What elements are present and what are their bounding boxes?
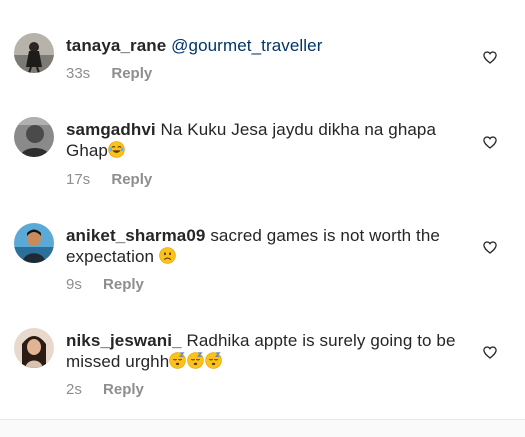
face-with-tears-of-joy-icon <box>108 141 125 158</box>
comment-text: aniket_sharma09 sacred games is not wort… <box>66 225 466 267</box>
comment-timestamp: 33s <box>66 65 91 82</box>
heart-outline-icon[interactable] <box>483 346 497 359</box>
reply-button[interactable]: Reply <box>103 381 144 398</box>
heart-outline-icon[interactable] <box>483 136 497 149</box>
comment-meta: 9s Reply <box>66 276 144 293</box>
avatar[interactable] <box>14 223 54 263</box>
comment-text: niks_jeswani_ Radhika appte is surely go… <box>66 330 466 372</box>
comment-meta: 17s Reply <box>66 171 152 188</box>
comment-username[interactable]: niks_jeswani_ <box>66 331 182 350</box>
comment-timestamp: 9s <box>66 276 82 293</box>
comment-input-bar <box>0 420 525 437</box>
comment-username[interactable]: aniket_sharma09 <box>66 226 205 245</box>
comment-timestamp: 2s <box>66 381 82 398</box>
slightly-frowning-face-icon <box>159 247 176 264</box>
comment-username[interactable]: samgadhvi <box>66 120 156 139</box>
comment-username[interactable]: tanaya_rane <box>66 36 166 55</box>
reply-button[interactable]: Reply <box>111 65 152 82</box>
sleeping-face-icon <box>187 352 204 369</box>
sleeping-face-icon <box>205 352 222 369</box>
reply-button[interactable]: Reply <box>103 276 144 293</box>
comment-text: tanaya_rane @gourmet_traveller <box>66 35 466 56</box>
comment-mention[interactable]: @gourmet_traveller <box>171 36 322 55</box>
comment-meta: 2s Reply <box>66 381 144 398</box>
reply-button[interactable]: Reply <box>111 171 152 188</box>
heart-outline-icon[interactable] <box>483 51 497 64</box>
comment-text: samgadhvi Na Kuku Jesa jaydu dikha na gh… <box>66 119 466 161</box>
sleeping-face-icon <box>169 352 186 369</box>
avatar[interactable] <box>14 328 54 368</box>
heart-outline-icon[interactable] <box>483 241 497 254</box>
comment-meta: 33s Reply <box>66 65 152 82</box>
comment-timestamp: 17s <box>66 171 91 188</box>
avatar[interactable] <box>14 117 54 157</box>
avatar[interactable] <box>14 33 54 73</box>
